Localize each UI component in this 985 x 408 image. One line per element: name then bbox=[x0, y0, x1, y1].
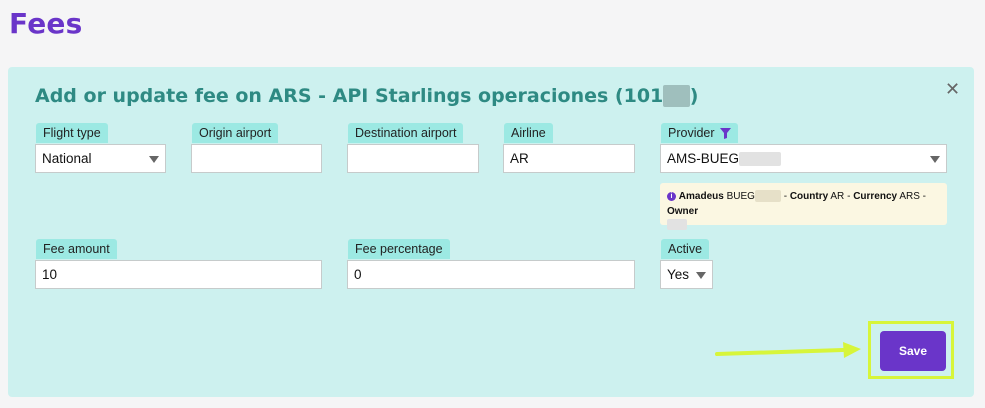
redacted-id: 00 bbox=[663, 85, 690, 107]
panel-title-text: Add or update fee on ARS - API Starlings… bbox=[35, 85, 664, 107]
fee-amount-input[interactable]: 10 bbox=[35, 260, 322, 289]
redacted-owner bbox=[667, 219, 687, 230]
active-select[interactable]: Yes bbox=[660, 260, 713, 289]
panel-title-suffix: ) bbox=[689, 85, 699, 107]
provider-info-owner-label: Owner bbox=[667, 206, 699, 217]
annotation-arrow-icon bbox=[715, 342, 861, 358]
active-value: Yes bbox=[667, 267, 690, 282]
panel-title: Add or update fee on ARS - API Starlings… bbox=[35, 85, 698, 107]
chevron-down-icon bbox=[930, 156, 940, 163]
redacted-provider-suffix bbox=[739, 152, 782, 167]
airline-label: Airline bbox=[504, 123, 553, 143]
filter-icon[interactable] bbox=[720, 128, 732, 140]
fee-percentage-label: Fee percentage bbox=[348, 239, 450, 259]
info-icon: i bbox=[667, 191, 676, 201]
provider-label-text: Provider bbox=[668, 126, 715, 140]
chevron-down-icon bbox=[696, 272, 706, 279]
provider-label: Provider bbox=[661, 123, 739, 143]
provider-value: AMS-BUEG bbox=[667, 151, 740, 166]
fee-form-panel: Add or update fee on ARS - API Starlings… bbox=[8, 67, 974, 397]
provider-select[interactable]: AMS-BUEG bbox=[660, 144, 947, 173]
flight-type-value: National bbox=[42, 151, 92, 166]
page-title: Fees bbox=[9, 7, 83, 40]
chevron-down-icon bbox=[149, 156, 159, 163]
provider-info-country: AR bbox=[830, 191, 845, 202]
flight-type-select[interactable]: National bbox=[35, 144, 166, 173]
provider-info-name: Amadeus bbox=[678, 191, 724, 202]
provider-info-code: BUEG bbox=[726, 191, 755, 202]
active-label: Active bbox=[661, 239, 710, 259]
save-button[interactable]: Save bbox=[880, 331, 946, 371]
provider-info-currency-label: Currency bbox=[853, 191, 898, 202]
provider-info-currency: ARS bbox=[899, 191, 920, 202]
destination-airport-label: Destination airport bbox=[348, 123, 464, 143]
provider-info-country-label: Country bbox=[789, 191, 829, 202]
fee-amount-label: Fee amount bbox=[36, 239, 117, 259]
fee-percentage-input[interactable]: 0 bbox=[347, 260, 635, 289]
close-icon[interactable]: ✕ bbox=[945, 80, 960, 98]
provider-info-box: i Amadeus BUEG - Country AR - Currency A… bbox=[660, 183, 947, 230]
flight-type-label: Flight type bbox=[36, 123, 108, 143]
origin-airport-input[interactable] bbox=[191, 144, 322, 173]
destination-airport-input[interactable] bbox=[347, 144, 479, 173]
origin-airport-label: Origin airport bbox=[192, 123, 279, 143]
redacted-code bbox=[754, 190, 781, 203]
airline-input[interactable]: AR bbox=[503, 144, 635, 173]
